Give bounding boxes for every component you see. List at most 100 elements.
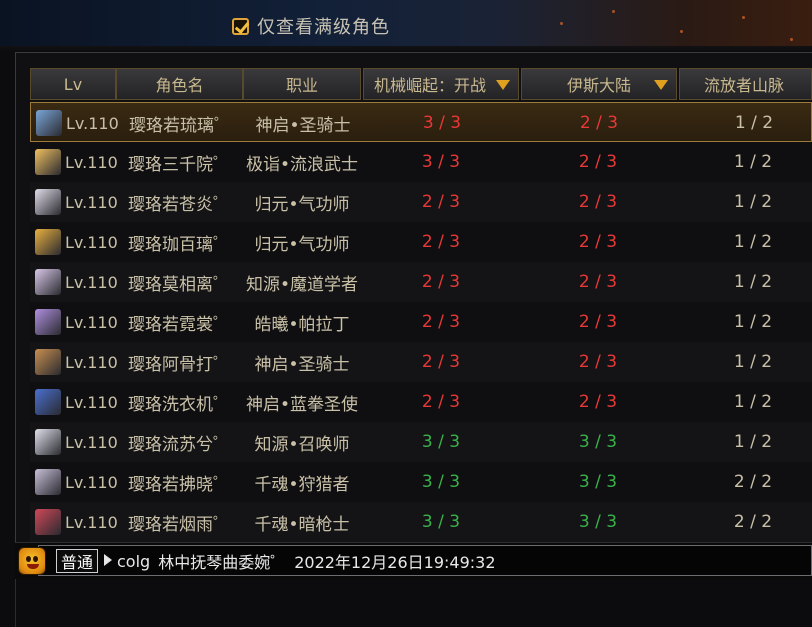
chat-timestamp: 2022年12月26日19:49:32 [294,553,496,572]
character-row[interactable]: Lv.110 璎珞若拂晓゜ 千魂•狩猎者 3 / 3 3 / 3 2 / 2 [30,462,812,502]
column-dungeon-1-label: 机械崛起：开战 [374,76,487,95]
column-job[interactable]: 职业 [243,68,361,100]
dungeon-2-progress: 2 / 3 [578,352,618,372]
level-cell: Lv.110 [65,232,118,252]
dungeon-1-progress: 2 / 3 [421,232,461,252]
column-name[interactable]: 角色名 [116,68,243,100]
filter-label: 仅查看满级角色 [257,17,390,38]
character-avatar [35,429,61,455]
job-cell: 千魂•狩猎者 [254,474,350,495]
character-avatar [35,269,61,295]
character-row[interactable]: Lv.110 璎珞若霓裳゜ 皓曦•帕拉丁 2 / 3 2 / 3 1 / 2 [30,302,812,342]
job-cell: 知源•召唤师 [254,434,350,455]
job-cell: 神启•圣骑士 [254,354,350,375]
job-cell: 极诣•流浪武士 [245,154,359,175]
name-cell: 璎珞洗衣机゜ [128,394,230,415]
dungeon-2-progress: 2 / 3 [578,152,618,172]
column-dungeon-3[interactable]: 流放者山脉 [679,68,812,100]
job-cell: 神启•圣骑士 [255,115,351,136]
character-avatar [35,229,61,255]
name-cell: 璎珞珈百璃゜ [128,234,230,255]
play-arrow-icon [104,554,112,566]
column-dungeon-1[interactable]: 机械崛起：开战 [363,68,519,100]
chat-message: colg 林中抚琴曲委婉゜ 2022年12月26日19:49:32 [117,549,496,573]
level-cell: Lv.110 [65,152,118,172]
name-cell: 璎珞三千院゜ [128,154,230,175]
chat-sender[interactable]: colg [117,552,150,571]
dungeon-3-progress: 1 / 2 [733,272,773,292]
dungeon-3-progress: 2 / 2 [733,472,773,492]
dungeon-1-progress: 2 / 3 [421,312,461,332]
dungeon-1-progress: 2 / 3 [421,272,461,292]
character-avatar [35,189,61,215]
character-avatar [35,509,61,535]
dungeon-1-progress: 2 / 3 [421,392,461,412]
character-row[interactable]: Lv.110 璎珞三千院゜ 极诣•流浪武士 3 / 3 2 / 3 1 / 2 [30,142,812,182]
name-cell: 璎珞若霓裳゜ [128,314,230,335]
dungeon-1-progress: 3 / 3 [421,512,461,532]
job-cell: 皓曦•帕拉丁 [254,314,350,335]
dungeon-1-progress: 2 / 3 [421,352,461,372]
full-level-filter[interactable]: 仅查看满级角色 [232,13,390,39]
character-row[interactable]: Lv.110 璎珞洗衣机゜ 神启•蓝拳圣使 2 / 3 2 / 3 1 / 2 [30,382,812,422]
dungeon-2-progress: 2 / 3 [578,232,618,252]
triangle-down-icon[interactable] [496,80,510,90]
dungeon-3-progress: 1 / 2 [733,432,773,452]
dungeon-3-progress: 1 / 2 [733,232,773,252]
character-list: Lv.110 璎珞若琉璃゜ 神启•圣骑士 3 / 32 / 31 / 2 Lv.110 璎… [30,102,812,542]
dungeon-3-progress: 1 / 2 [734,113,774,133]
dungeon-1-progress: 3 / 3 [421,472,461,492]
job-cell: 归元•气功师 [254,194,350,215]
dungeon-2-progress: 2 / 3 [578,192,618,212]
character-avatar [35,349,61,375]
dungeon-1-progress: 3 / 3 [421,432,461,452]
dungeon-3-progress: 1 / 2 [733,312,773,332]
checkbox-icon[interactable] [232,17,249,35]
triangle-down-icon[interactable] [654,80,668,90]
level-cell: Lv.110 [65,352,118,372]
character-row[interactable]: Lv.110 璎珞若烟雨゜ 千魂•暗枪士 3 / 3 3 / 3 2 / 2 [30,502,812,542]
level-cell: Lv.110 [65,432,118,452]
job-cell: 千魂•暗枪士 [254,514,350,535]
table-header: Lv 角色名 职业 机械崛起：开战 伊斯大陆 流放者山脉 [0,68,812,100]
dungeon-2-progress: 2 / 3 [578,312,618,332]
level-cell: Lv.110 [65,272,118,292]
character-row[interactable]: Lv.110 璎珞若苍炎゜ 归元•气功师 2 / 3 2 / 3 1 / 2 [30,182,812,222]
dungeon-2-progress: 2 / 3 [579,113,619,133]
level-cell: Lv.110 [66,113,119,133]
top-banner: 仅查看满级角色 [0,0,812,52]
dungeon-3-progress: 1 / 2 [733,192,773,212]
character-avatar [35,309,61,335]
column-lv[interactable]: Lv [30,68,116,100]
dungeon-3-progress: 1 / 2 [733,352,773,372]
name-cell: 璎珞若烟雨゜ [128,514,230,535]
chat-log-area [15,579,812,627]
character-avatar [36,110,62,136]
dungeon-2-progress: 3 / 3 [578,432,618,452]
character-row[interactable]: Lv.110 璎珞珈百璃゜ 归元•气功师 2 / 3 2 / 3 1 / 2 [30,222,812,262]
name-cell: 璎珞莫相离゜ [128,274,230,295]
dungeon-2-progress: 3 / 3 [578,512,618,532]
dungeon-3-progress: 1 / 2 [733,152,773,172]
dungeon-3-progress: 1 / 2 [733,392,773,412]
chat-message-text: 林中抚琴曲委婉゜ [158,553,287,572]
character-row[interactable]: Lv.110 璎珞莫相离゜ 知源•魔道学者 2 / 3 2 / 3 1 / 2 [30,262,812,302]
character-avatar [35,149,61,175]
level-cell: Lv.110 [65,472,118,492]
smiley-face-icon[interactable] [18,547,46,575]
character-row[interactable]: Lv.110 璎珞流苏兮゜ 知源•召唤师 3 / 3 3 / 3 1 / 2 [30,422,812,462]
dungeon-2-progress: 2 / 3 [578,272,618,292]
level-cell: Lv.110 [65,392,118,412]
level-cell: Lv.110 [65,192,118,212]
dungeon-1-progress: 3 / 3 [421,152,461,172]
name-cell: 璎珞阿骨打゜ [128,354,230,375]
name-cell: 璎珞若琉璃゜ [129,115,231,136]
character-row[interactable]: Lv.110 璎珞若琉璃゜ 神启•圣骑士 3 / 3 2 / 3 1 / 2 [30,102,812,142]
job-cell: 神启•蓝拳圣使 [245,394,359,415]
character-row[interactable]: Lv.110 璎珞阿骨打゜ 神启•圣骑士 2 / 3 2 / 3 1 / 2 [30,342,812,382]
character-avatar [35,469,61,495]
name-cell: 璎珞若拂晓゜ [128,474,230,495]
job-cell: 归元•气功师 [254,234,350,255]
chat-channel-button[interactable]: 普通 [56,549,99,573]
column-dungeon-2[interactable]: 伊斯大陆 [521,68,677,100]
